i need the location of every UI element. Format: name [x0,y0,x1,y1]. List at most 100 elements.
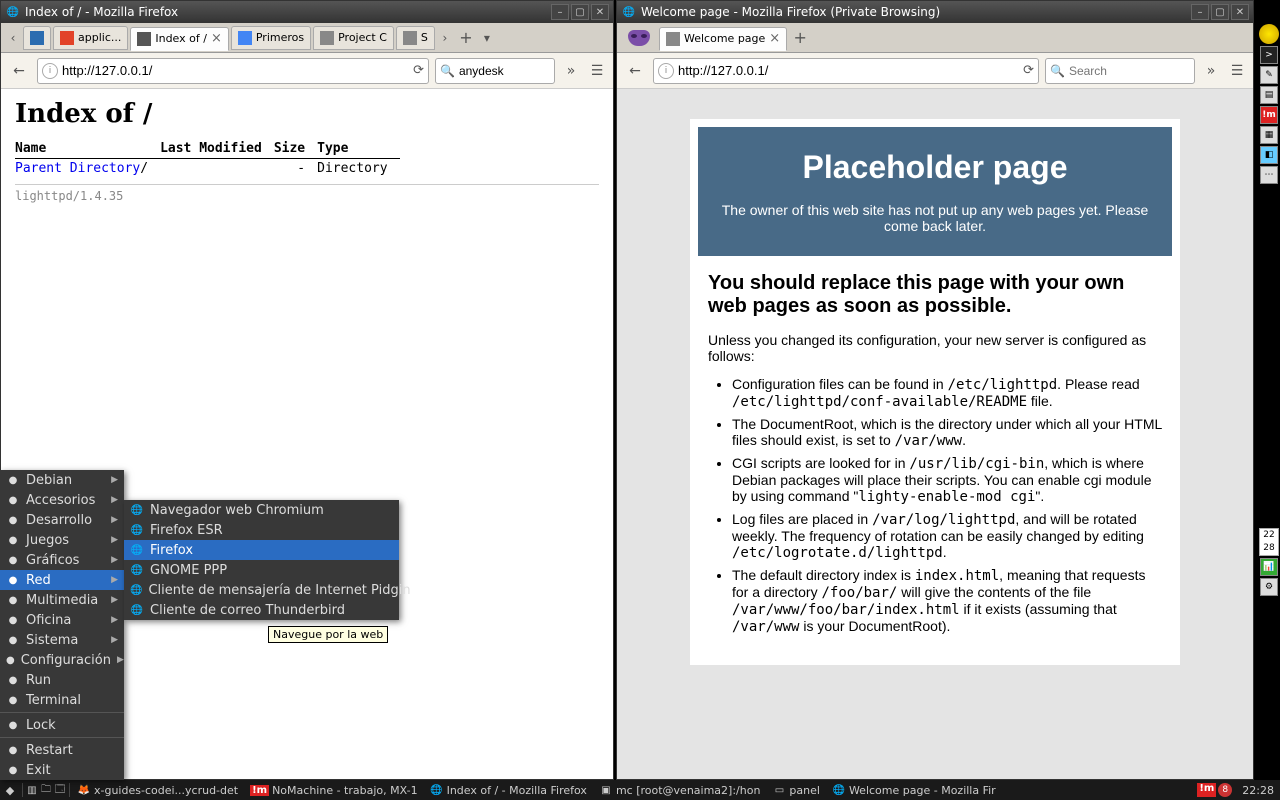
tab-scroll-right[interactable]: › [437,26,453,50]
submenu-item[interactable]: 🌐GNOME PPP [124,560,399,580]
tab-scroll-left[interactable]: ‹ [5,26,21,50]
reload-icon[interactable]: ⟳ [413,63,424,78]
tray-icon[interactable]: ◧ [1260,146,1278,164]
search-box[interactable]: 🔍 [1045,58,1195,84]
menu-item-sistema[interactable]: ●Sistema▶ [0,630,124,650]
close-button[interactable]: ✕ [1231,4,1249,20]
tab-1[interactable]: applic... [53,26,128,50]
tray-icon[interactable]: ⚙ [1260,578,1278,596]
submenu-item[interactable]: 🌐Firefox [124,540,399,560]
taskbar-item[interactable]: 🌐Index of / - Mozilla Firefox [425,781,592,799]
directory-table: Name Last Modified Size Type Parent Dire… [15,139,400,178]
back-button[interactable]: ← [7,59,31,83]
hamburger-icon[interactable]: ☰ [587,61,607,81]
url-input[interactable] [62,63,409,78]
menu-item-configuración[interactable]: ●Configuración▶ [0,650,124,670]
app-icon: 🌐 [130,563,144,577]
menu-item-red[interactable]: ●Red▶ [0,570,124,590]
tray-icon[interactable]: ▦ [1260,126,1278,144]
menu-item-lock[interactable]: ●Lock [0,715,124,735]
site-info-icon[interactable]: i [42,63,58,79]
submenu-item[interactable]: 🌐Navegador web Chromium [124,500,399,520]
tab-4[interactable]: Project C [313,26,394,50]
menu-item-desarrollo[interactable]: ●Desarrollo▶ [0,510,124,530]
tab-close-icon[interactable]: × [211,31,222,46]
menu-item-exit[interactable]: ●Exit [0,760,124,780]
tray-notification-badge[interactable]: 8 [1218,783,1232,797]
taskbar-item[interactable]: !mNoMachine - trabajo, MX-1 [245,781,422,799]
menu-item-oficina[interactable]: ●Oficina▶ [0,610,124,630]
submenu-item[interactable]: 🌐Cliente de correo Thunderbird [124,600,399,620]
tabs-dropdown[interactable]: ▾ [479,26,495,50]
submenu-label: Firefox [150,543,193,558]
show-desktop-icon[interactable]: ▥ [25,783,39,797]
tray-magnifier-icon[interactable] [1259,24,1279,44]
tray-nomachine-icon[interactable]: !m [1197,783,1216,797]
url-bar[interactable]: i ⟳ [37,58,429,84]
close-button[interactable]: ✕ [591,4,609,20]
tray-icon[interactable]: ✎ [1260,66,1278,84]
tray-nomachine-icon[interactable]: !m [1260,106,1278,124]
menu-item-gráficos[interactable]: ●Gráficos▶ [0,550,124,570]
overflow-icon[interactable]: » [561,61,581,81]
menu-item-debian[interactable]: ●Debian▶ [0,470,124,490]
back-button[interactable]: ← [623,59,647,83]
minimize-button[interactable]: – [1191,4,1209,20]
titlebar-left[interactable]: 🌐 Index of / - Mozilla Firefox – ▢ ✕ [1,1,613,23]
tray-icon[interactable]: ▤ [1260,86,1278,104]
new-tab-button[interactable]: + [455,28,477,48]
menu-item-restart[interactable]: ●Restart [0,740,124,760]
submenu-item[interactable]: 🌐Firefox ESR [124,520,399,540]
toolbar: ← i ⟳ 🔍 » ☰ [1,53,613,89]
taskbar-clock[interactable]: 22:28 [1236,784,1280,797]
reload-icon[interactable]: ⟳ [1023,63,1034,78]
tab-0[interactable] [23,26,51,50]
favicon [320,31,334,45]
maximize-button[interactable]: ▢ [571,4,589,20]
menu-item-icon: ● [6,633,20,647]
tray-calendar[interactable]: 2228 [1259,528,1279,556]
menu-item-icon: ● [6,573,20,587]
taskbar-item[interactable]: 🦊x-guides-codei...ycrud-det [72,781,243,799]
menu-item-multimedia[interactable]: ●Multimedia▶ [0,590,124,610]
overflow-icon[interactable]: » [1201,61,1221,81]
url-input[interactable] [678,63,1019,78]
search-input[interactable] [1069,64,1190,78]
tray-icon[interactable]: ⋯ [1260,166,1278,184]
menu-item-icon: ● [6,473,20,487]
tab-label: applic... [78,31,121,44]
url-bar[interactable]: i ⟳ [653,58,1039,84]
menu-item-icon: ● [6,533,20,547]
tab-5[interactable]: S [396,26,435,50]
minimize-button[interactable]: – [551,4,569,20]
tab-2-active[interactable]: Index of /× [130,27,229,51]
hamburger-icon[interactable]: ☰ [1227,61,1247,81]
menu-item-terminal[interactable]: ●Terminal [0,690,124,710]
tab-label: S [421,31,428,44]
menu-item-label: Oficina [26,613,71,628]
quicklaunch-icon[interactable]: 🗔 [53,783,67,797]
parent-dir-link[interactable]: Parent Directory [15,161,140,176]
tab-3[interactable]: Primeros [231,26,311,50]
new-tab-button[interactable]: + [789,28,811,48]
search-box[interactable]: 🔍 [435,58,555,84]
search-input[interactable] [459,64,550,78]
start-menu-button[interactable]: ◆ [0,781,20,799]
site-info-icon[interactable]: i [658,63,674,79]
titlebar-right[interactable]: 🌐 Welcome page - Mozilla Firefox (Privat… [617,1,1253,23]
taskbar-item[interactable]: ▣mc [root@venaima2]:/hon [594,781,765,799]
submenu-item[interactable]: 🌐Cliente de mensajería de Internet Pidgi… [124,580,399,600]
quicklaunch-icon[interactable]: 🗀 [39,783,53,797]
taskbar-item[interactable]: ▭panel [767,781,825,799]
menu-item-run[interactable]: ●Run [0,670,124,690]
tray-graph-icon[interactable]: 📊 [1260,558,1278,576]
tab-close-icon[interactable]: × [769,31,780,46]
menu-item-accesorios[interactable]: ●Accesorios▶ [0,490,124,510]
menu-item-label: Debian [26,473,72,488]
menu-item-juegos[interactable]: ●Juegos▶ [0,530,124,550]
content-area[interactable]: Placeholder page The owner of this web s… [617,89,1253,779]
maximize-button[interactable]: ▢ [1211,4,1229,20]
tray-terminal-icon[interactable]: > [1260,46,1278,64]
taskbar-item[interactable]: 🌐Welcome page - Mozilla Fir [827,781,1001,799]
tab-welcome[interactable]: Welcome page × [659,27,787,51]
